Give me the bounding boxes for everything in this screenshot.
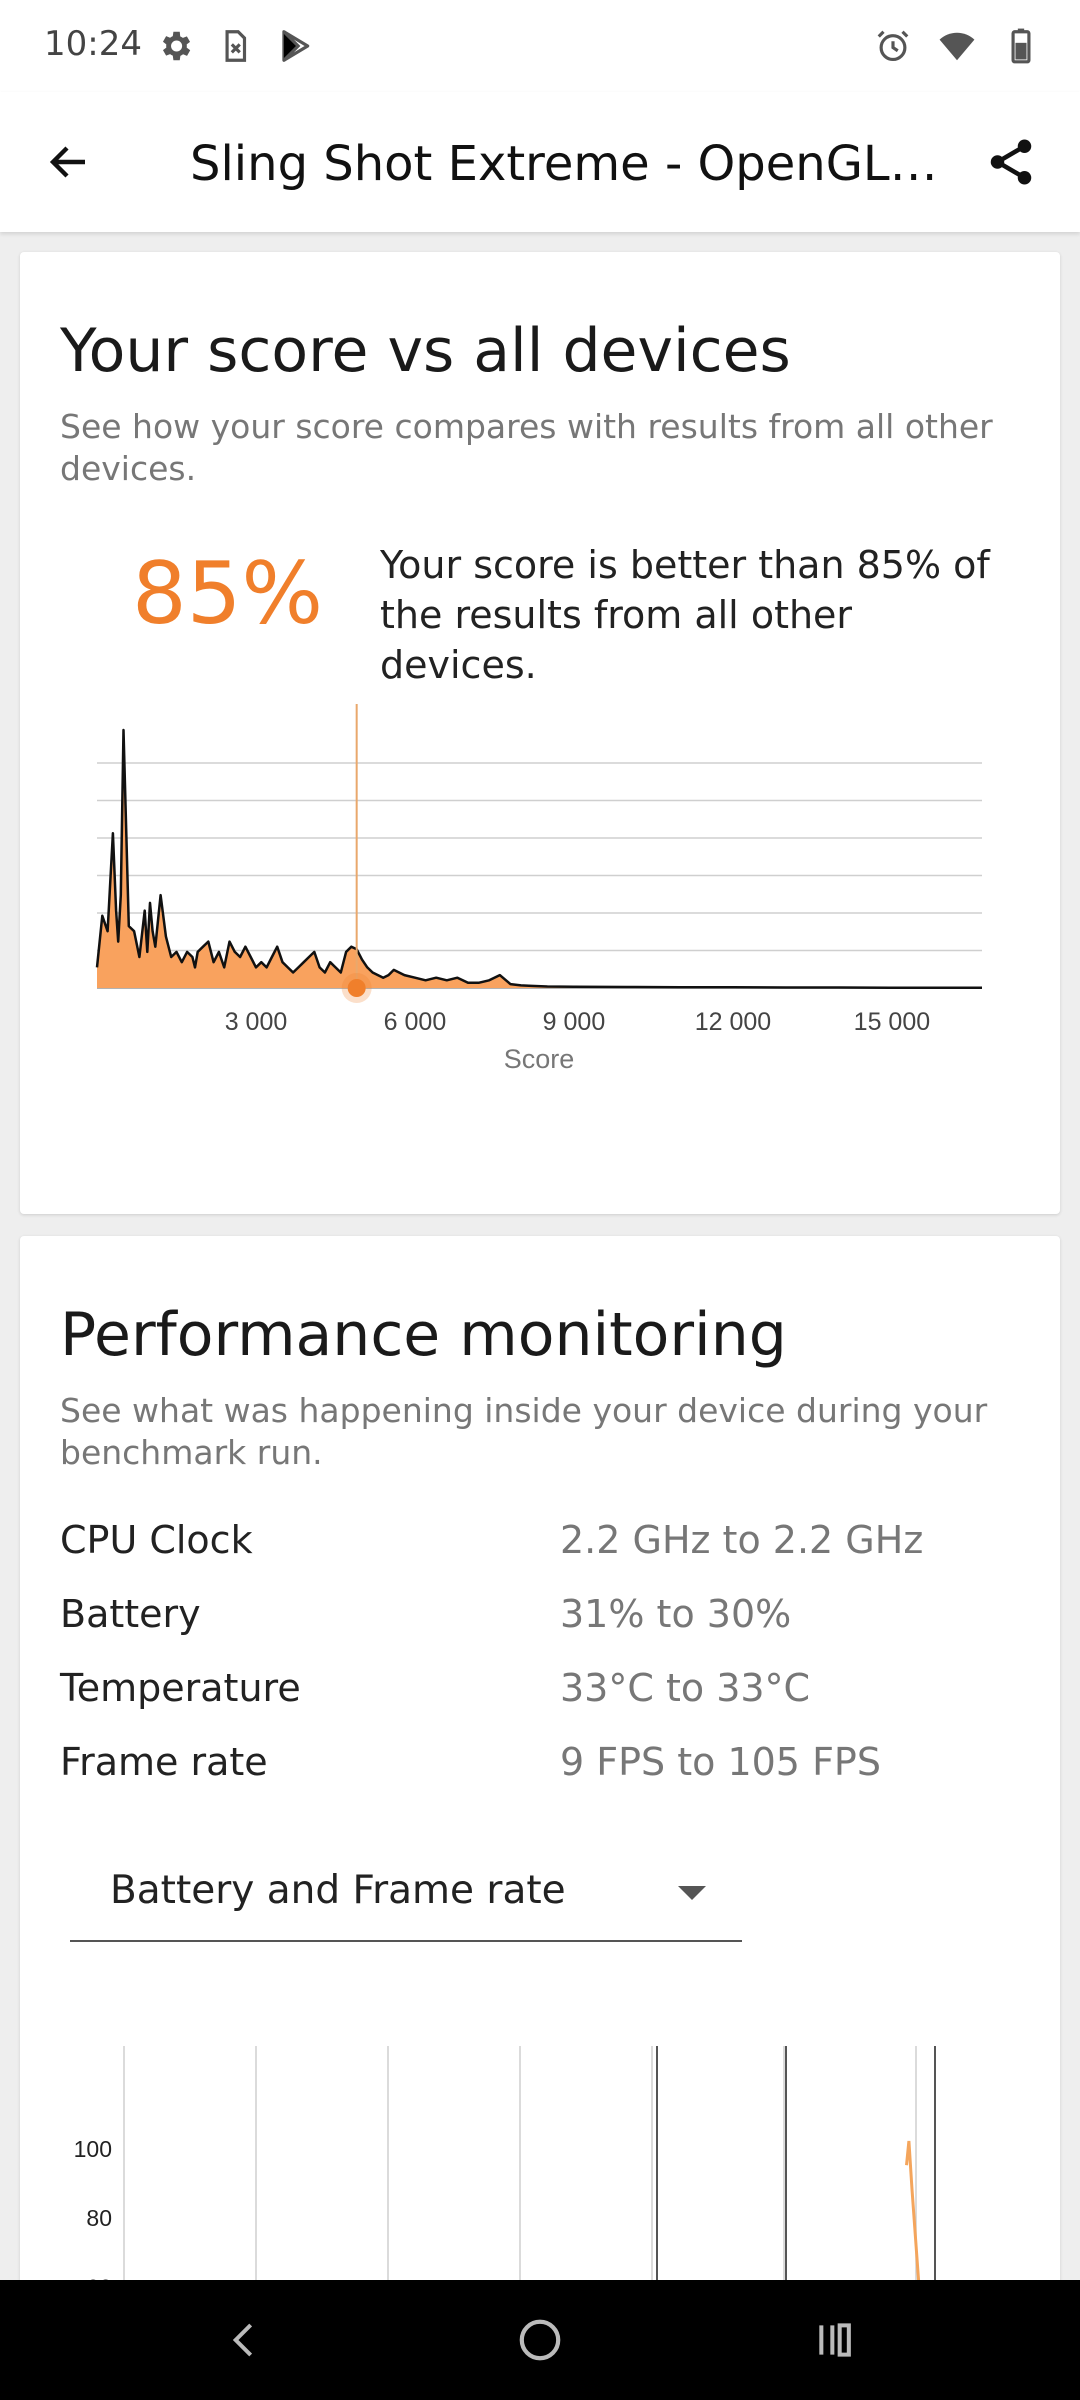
metrics-list: CPU Clock 2.2 GHz to 2.2 GHz Battery 31%… [60, 1510, 1040, 1806]
chevron-down-icon [678, 1886, 706, 1900]
x-axis-label: Score [504, 1044, 575, 1074]
status-right-icons [874, 27, 1040, 65]
x-tick-label: 3 000 [225, 1008, 288, 1036]
y-tick-label: 100 [74, 2136, 112, 2162]
alarm-icon [877, 30, 909, 62]
page-title: Sling Shot Extreme - OpenGL E... [190, 136, 950, 192]
share-icon [990, 139, 1032, 185]
status-time: 10:24 [44, 24, 142, 64]
system-navigation-bar [0, 2280, 1080, 2400]
share-button[interactable] [976, 127, 1046, 197]
nav-back-button[interactable] [214, 2310, 274, 2370]
metric-value: 31% to 30% [560, 1592, 792, 1636]
metric-row: Battery 31% to 30% [60, 1584, 1040, 1658]
percentile-value: 85% [132, 544, 324, 644]
nav-recents-button[interactable] [806, 2310, 866, 2370]
metric-label: Temperature [60, 1666, 301, 1710]
percentile-description: Your score is better than 85% of the res… [380, 543, 990, 687]
y-tick-label: 80 [86, 2205, 112, 2231]
metric-row: CPU Clock 2.2 GHz to 2.2 GHz [60, 1510, 1040, 1584]
metric-label: Frame rate [60, 1740, 268, 1784]
chart-selector-dropdown[interactable]: Battery and Frame rate [70, 1846, 742, 1942]
recents-icon [819, 2323, 851, 2357]
status-left-icons [156, 27, 314, 65]
chevron-left-icon [232, 2323, 253, 2357]
x-tick-label: 12 000 [695, 1008, 771, 1036]
arrow-left-icon [49, 146, 85, 178]
back-button[interactable] [34, 127, 104, 197]
distribution-area [97, 730, 982, 988]
metric-value: 2.2 GHz to 2.2 GHz [560, 1518, 924, 1562]
x-tick-label: 15 000 [854, 1008, 930, 1036]
metric-value: 9 FPS to 105 FPS [560, 1740, 881, 1784]
metric-row: Temperature 33°C to 33°C [60, 1658, 1040, 1732]
metric-label: Battery [60, 1592, 201, 1636]
dropdown-selected-value: Battery and Frame rate [110, 1868, 566, 1913]
gear-icon [162, 31, 191, 61]
wifi-icon [939, 32, 975, 61]
score-distribution-chart: 3 000 6 000 9 000 12 000 15 000 Score [95, 704, 982, 1074]
x-tick-label: 9 000 [543, 1008, 606, 1036]
app-bar: Sling Shot Extreme - OpenGL E... [0, 92, 1080, 232]
metric-value: 33°C to 33°C [560, 1666, 811, 1710]
battery-icon [1011, 28, 1031, 64]
home-circle-icon [519, 2319, 561, 2361]
performance-monitoring-card: Performance monitoring See what was happ… [20, 1236, 1060, 2400]
metric-label: CPU Clock [60, 1518, 253, 1562]
perf-card-title: Performance monitoring [60, 1300, 787, 1370]
nav-home-button[interactable] [510, 2310, 570, 2370]
score-card-subtitle: See how your score compares with results… [60, 407, 993, 488]
metric-row: Frame rate 9 FPS to 105 FPS [60, 1732, 1040, 1806]
perf-card-subtitle: See what was happening inside your devic… [60, 1391, 988, 1472]
play-store-icon [282, 30, 310, 62]
sim-off-icon [225, 30, 247, 62]
status-bar: 10:24 [0, 0, 1080, 92]
your-score-marker [347, 979, 366, 997]
x-tick-label: 6 000 [384, 1008, 447, 1036]
score-card-title: Your score vs all devices [60, 316, 791, 386]
score-comparison-card: Your score vs all devices See how your s… [20, 252, 1060, 1214]
